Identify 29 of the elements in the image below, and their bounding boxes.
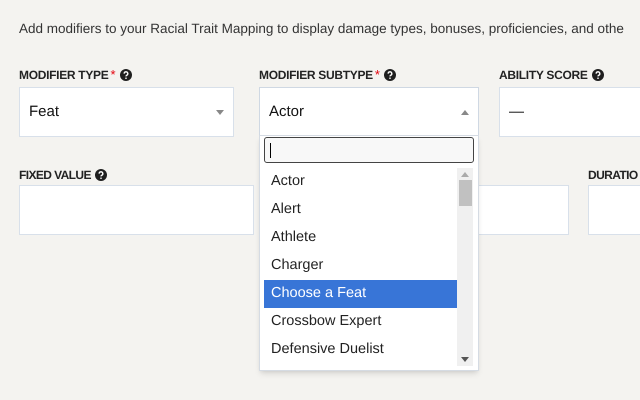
required-mark: * bbox=[110, 66, 116, 84]
select-field[interactable]: Feat bbox=[19, 87, 234, 137]
dropdown-option[interactable]: Crossbow Expert bbox=[264, 308, 457, 336]
help-icon[interactable] bbox=[384, 69, 396, 81]
field-label: MODIFIER SUBTYPE bbox=[259, 67, 373, 84]
caret-icon bbox=[216, 110, 224, 114]
help-icon[interactable] bbox=[120, 69, 132, 81]
help-icon[interactable] bbox=[94, 169, 107, 181]
field-label: FIXED VALUE bbox=[19, 167, 91, 184]
dropdown-option[interactable]: Charger bbox=[264, 252, 457, 280]
field-label: DURATIO bbox=[588, 167, 638, 184]
help-icon[interactable] bbox=[592, 69, 604, 81]
select-field[interactable]: Actor bbox=[259, 87, 479, 137]
scrollbar[interactable] bbox=[457, 168, 473, 366]
scrollbar-thumb[interactable] bbox=[458, 180, 472, 206]
caret-icon bbox=[461, 110, 469, 114]
field-label: ABILITY SCORE bbox=[499, 67, 588, 84]
dropdown-option[interactable]: Alert bbox=[264, 196, 457, 224]
dropdown-option[interactable]: Athlete bbox=[264, 224, 457, 252]
intro-text: Add modifiers to your Racial Trait Mapping to display damage types, bonuses, proficiencies, and othe bbox=[19, 20, 624, 38]
scroll-down-icon[interactable] bbox=[461, 357, 469, 362]
input-field[interactable]: — bbox=[499, 87, 640, 137]
dropdown-option[interactable]: Defensive Duelist bbox=[264, 336, 457, 364]
input-field[interactable] bbox=[19, 185, 254, 235]
field-label: MODIFIER TYPE bbox=[19, 67, 108, 84]
dropdown-option[interactable]: Actor bbox=[264, 168, 457, 196]
dropdown-option[interactable]: Choose a Feat bbox=[264, 280, 457, 308]
search-field[interactable] bbox=[264, 137, 474, 163]
required-mark: * bbox=[374, 66, 380, 84]
